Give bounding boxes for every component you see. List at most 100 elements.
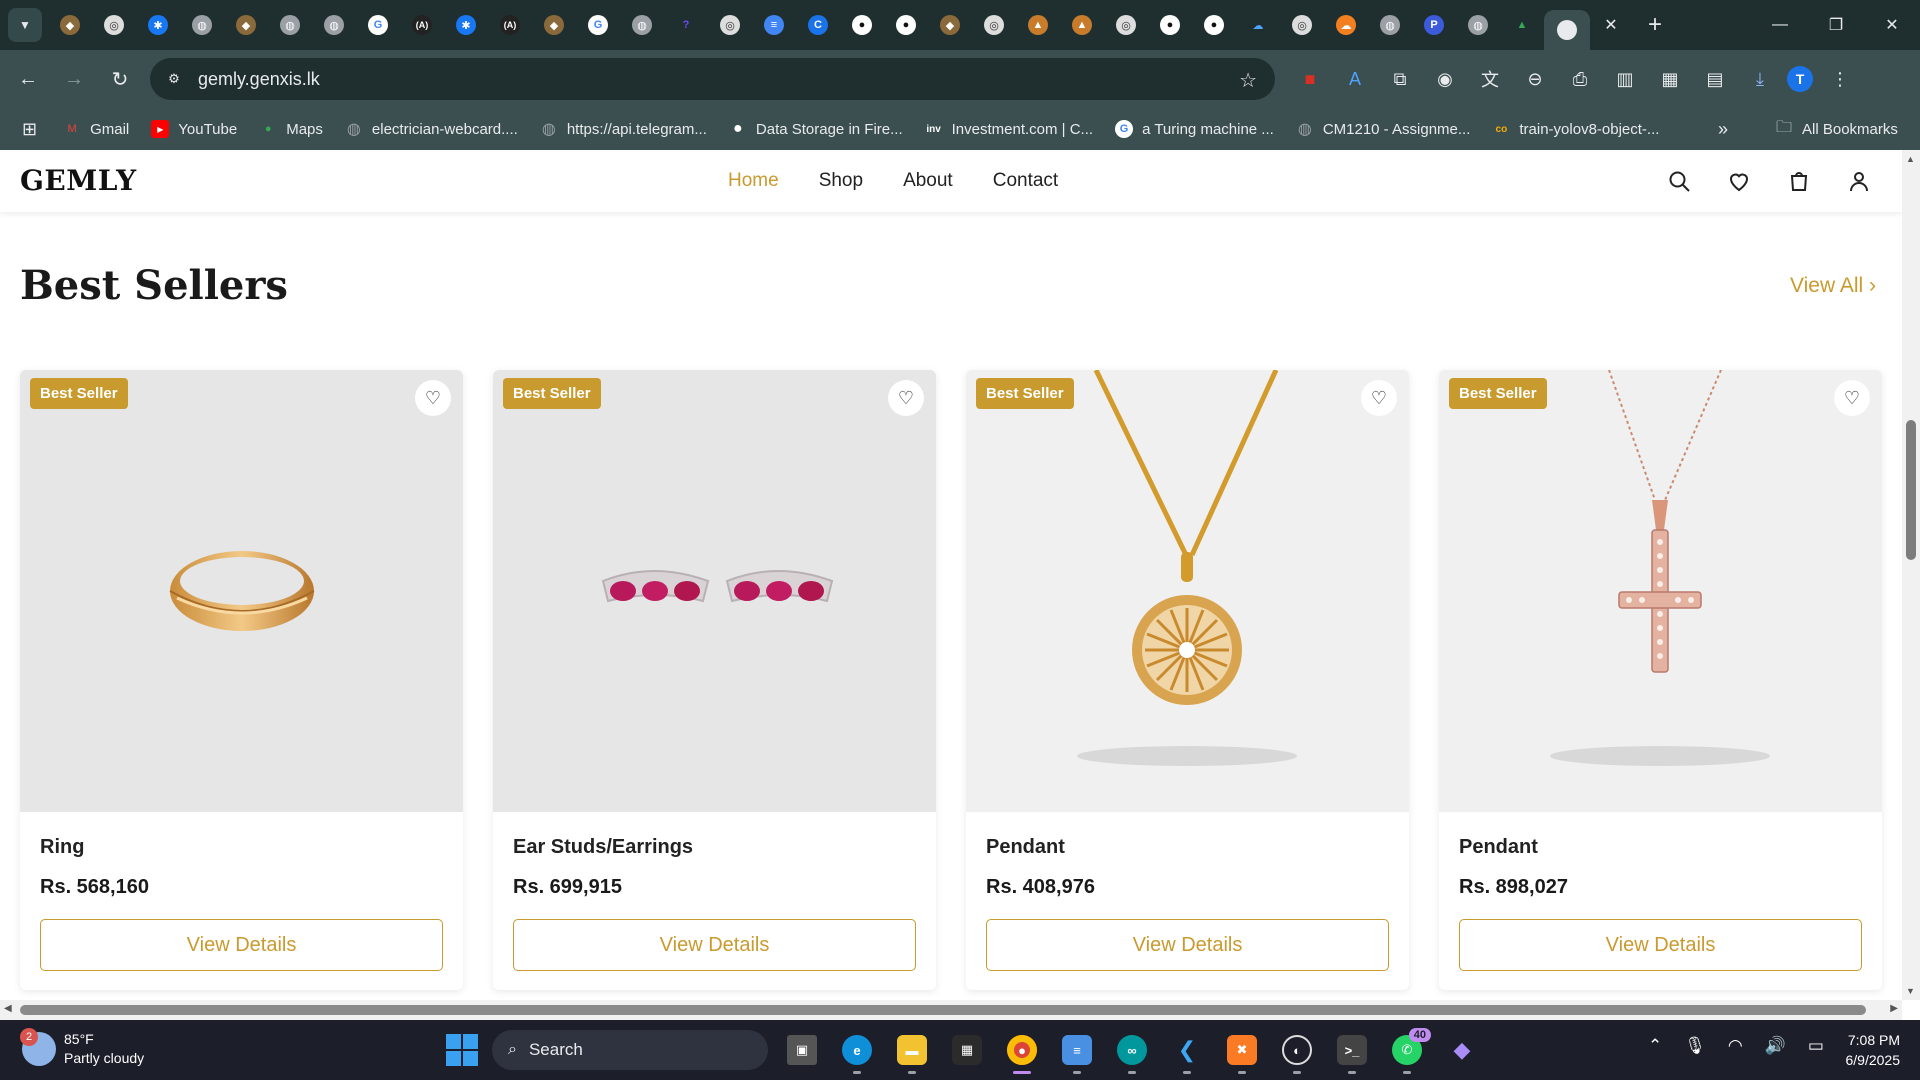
download-icon[interactable]: ⤓	[1742, 62, 1778, 96]
vertical-scrollbar[interactable]: ▲ ▼	[1902, 150, 1920, 1000]
tab[interactable]: ▲	[1500, 5, 1544, 45]
tab[interactable]: ◎	[972, 5, 1016, 45]
address-bar[interactable]: ⚙ gemly.genxis.lk ☆	[150, 58, 1275, 100]
cart-bag-icon[interactable]	[1784, 166, 1814, 196]
view-details-button[interactable]: View Details	[513, 919, 916, 971]
tab[interactable]: ◍	[1456, 5, 1500, 45]
volume-icon[interactable]: 🔊	[1765, 1036, 1786, 1056]
product-image[interactable]: Best Seller ♡	[1439, 370, 1882, 812]
horizontal-scroll-thumb[interactable]	[20, 1005, 1866, 1015]
tab[interactable]: ●	[1148, 5, 1192, 45]
wishlist-heart-icon[interactable]: ♡	[1834, 380, 1870, 416]
vscode-icon[interactable]: ❮	[1165, 1026, 1209, 1074]
tab[interactable]: P	[1412, 5, 1456, 45]
reload-icon[interactable]: ↻	[102, 61, 138, 97]
scroll-up-icon[interactable]: ▲	[1906, 154, 1915, 164]
view-details-button[interactable]: View Details	[40, 919, 443, 971]
task-view-icon[interactable]: ▣	[780, 1026, 824, 1074]
battery-icon[interactable]: ▭	[1808, 1036, 1824, 1056]
tab[interactable]: ◎	[708, 5, 752, 45]
arduino-icon[interactable]: ∞	[1110, 1026, 1154, 1074]
crystal-app-icon[interactable]: ◆	[1440, 1026, 1484, 1074]
nav-home[interactable]: Home	[728, 170, 779, 192]
file-explorer-icon[interactable]: ▬	[890, 1026, 934, 1074]
terminal-icon[interactable]: >_	[1330, 1026, 1374, 1074]
tab[interactable]: ◍	[312, 5, 356, 45]
microsoft-store-icon[interactable]: ▦	[945, 1026, 989, 1074]
scroll-left-icon[interactable]: ◀	[4, 1003, 12, 1014]
tab[interactable]: ◎	[1280, 5, 1324, 45]
view-details-button[interactable]: View Details	[1459, 919, 1862, 971]
tray-chevron-icon[interactable]: ⌃	[1648, 1036, 1662, 1056]
microphone-icon[interactable]: 🎙	[1684, 1036, 1706, 1056]
profile-avatar[interactable]: T	[1787, 66, 1813, 92]
wishlist-heart-icon[interactable]: ♡	[1361, 380, 1397, 416]
notepad-icon[interactable]: ≡	[1055, 1026, 1099, 1074]
more-bookmarks-icon[interactable]: »	[1718, 119, 1728, 140]
product-image[interactable]: Best Seller ♡	[20, 370, 463, 812]
tab[interactable]: ●	[884, 5, 928, 45]
tab[interactable]: ?	[664, 5, 708, 45]
bookmark-item[interactable]: inv Investment.com | C...	[925, 120, 1093, 138]
tab[interactable]: ✱	[444, 5, 488, 45]
tab-search-button[interactable]: ▼	[8, 8, 42, 42]
menu-icon[interactable]: ⋮	[1822, 62, 1858, 96]
wishlist-heart-icon[interactable]: ♡	[888, 380, 924, 416]
minimize-icon[interactable]: —	[1752, 16, 1808, 34]
bookmark-item[interactable]: M Gmail	[63, 120, 130, 138]
tab[interactable]: G	[356, 5, 400, 45]
bookmark-item[interactable]: ● Data Storage in Fire...	[729, 120, 903, 138]
product-image[interactable]: Best Seller ♡	[966, 370, 1409, 812]
xampp-icon[interactable]: ✖	[1220, 1026, 1264, 1074]
search-icon[interactable]	[1664, 166, 1694, 196]
extensions-puzzle-icon[interactable]: ⧉	[1382, 62, 1418, 96]
tab[interactable]: ●	[840, 5, 884, 45]
tab[interactable]: ✱	[136, 5, 180, 45]
new-tab-button[interactable]: +	[1640, 11, 1670, 39]
tab[interactable]: ◎	[1104, 5, 1148, 45]
close-window-icon[interactable]: ✕	[1864, 15, 1920, 35]
tab[interactable]: ◆	[48, 5, 92, 45]
reading-mode-icon[interactable]: ▥	[1607, 62, 1643, 96]
obs-icon[interactable]: ◐	[1275, 1026, 1319, 1074]
tab[interactable]: ◆	[532, 5, 576, 45]
bookmark-item[interactable]: co train-yolov8-object-...	[1492, 120, 1660, 138]
tab[interactable]: ◆	[224, 5, 268, 45]
bookmark-item[interactable]: Ga Turing machine ...	[1115, 120, 1274, 138]
tab[interactable]: ●	[1192, 5, 1236, 45]
product-card[interactable]: Best Seller ♡ Ear Studs/Earrings Rs. 699…	[493, 370, 936, 990]
whatsapp-icon[interactable]: ✆ 40	[1385, 1026, 1431, 1074]
taskbar-search-box[interactable]: ⌕ Search	[492, 1030, 768, 1070]
clock[interactable]: 7:08 PM 6/9/2025	[1846, 1030, 1901, 1070]
view-all-link[interactable]: View All ›	[1790, 274, 1876, 298]
horizontal-scrollbar[interactable]: ◀ ▶	[0, 1000, 1902, 1020]
tab[interactable]: ◍	[620, 5, 664, 45]
side-panel-icon[interactable]: ▤	[1697, 62, 1733, 96]
close-tab-icon[interactable]: ✕	[1598, 15, 1624, 35]
nav-about[interactable]: About	[903, 170, 953, 192]
chrome-icon[interactable]: ●	[1000, 1026, 1044, 1074]
site-info-icon[interactable]: ⚙	[164, 69, 184, 89]
translate-icon[interactable]: A	[1337, 62, 1373, 96]
all-bookmarks-button[interactable]: 🗀 All Bookmarks	[1776, 116, 1898, 143]
wishlist-heart-icon[interactable]: ♡	[415, 380, 451, 416]
bookmark-star-icon[interactable]: ☆	[1239, 68, 1257, 93]
url-text[interactable]: gemly.genxis.lk	[198, 69, 320, 90]
extension-bookmark-icon[interactable]: ■	[1292, 62, 1328, 96]
apps-grid-icon[interactable]: ⊞	[22, 119, 37, 140]
tab[interactable]: ◍	[268, 5, 312, 45]
bookmark-item[interactable]: ◍ https://api.telegram...	[540, 120, 707, 139]
tab[interactable]: ≡	[752, 5, 796, 45]
weather-widget[interactable]: 2 85°F Partly cloudy	[20, 1028, 144, 1068]
bookmark-item[interactable]: ● Maps	[259, 120, 323, 138]
product-card[interactable]: Best Seller ♡ Pendant Rs. 898,027 View D…	[1439, 370, 1882, 990]
screenshot-icon[interactable]: ◉	[1427, 62, 1463, 96]
tab[interactable]: ☁	[1236, 5, 1280, 45]
tab[interactable]: C	[796, 5, 840, 45]
qr-code-icon[interactable]: ▦	[1652, 62, 1688, 96]
tab[interactable]: ◍	[180, 5, 224, 45]
link-icon[interactable]: ⊖	[1517, 62, 1553, 96]
product-image[interactable]: Best Seller ♡	[493, 370, 936, 812]
restore-icon[interactable]: ❐	[1808, 15, 1864, 35]
translate-page-icon[interactable]: 文	[1472, 62, 1508, 96]
